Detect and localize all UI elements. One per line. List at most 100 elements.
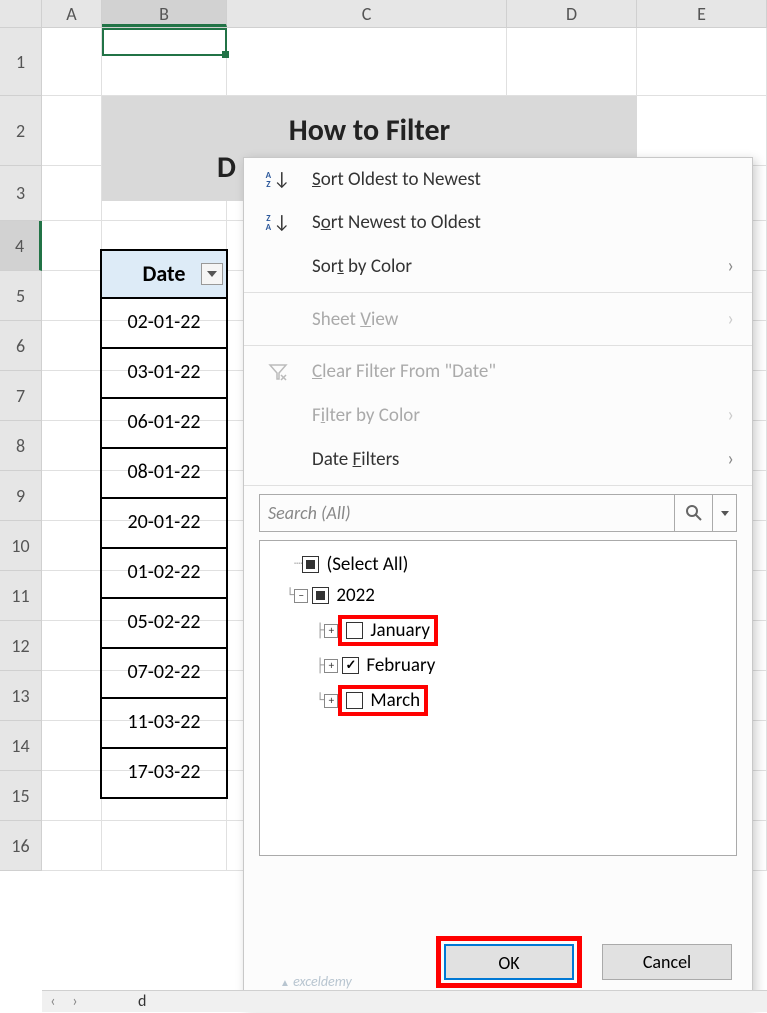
search-icon <box>685 504 703 522</box>
checkbox-indeterminate[interactable] <box>312 587 329 604</box>
filter-dropdown-button[interactable] <box>201 263 223 285</box>
checkbox-indeterminate[interactable] <box>302 556 319 573</box>
search-input[interactable]: Search (All) <box>259 494 675 532</box>
col-header-E[interactable]: E <box>637 0 767 27</box>
expand-icon[interactable]: + <box>324 659 338 673</box>
table-header-label: Date <box>143 260 186 287</box>
col-header-A[interactable]: A <box>42 0 102 27</box>
select-all-corner[interactable] <box>0 0 42 27</box>
col-header-D[interactable]: D <box>507 0 637 27</box>
select-all-label: (Select All) <box>326 553 408 576</box>
chevron-right-icon: › <box>727 307 734 331</box>
tree-connector: └ <box>316 693 324 709</box>
watermark: ▲ exceldemy <box>280 973 352 990</box>
table-row[interactable]: 02-01-22 <box>100 299 228 349</box>
scroll-right-icon[interactable]: › <box>64 991 86 1013</box>
row-header-11[interactable]: 11 <box>0 571 42 621</box>
tree-connector: ├ <box>316 658 324 674</box>
table-header-date[interactable]: Date <box>100 249 228 299</box>
horizontal-scrollbar[interactable]: ‹ › d <box>42 990 767 1012</box>
table-row[interactable]: 20-01-22 <box>100 499 228 549</box>
row-header-2[interactable]: 2 <box>0 96 42 166</box>
col-header-B[interactable]: B <box>102 0 227 27</box>
row-header-8[interactable]: 8 <box>0 421 42 471</box>
table-row[interactable]: 17-03-22 <box>100 749 228 799</box>
scroll-left-icon[interactable]: ‹ <box>42 991 64 1013</box>
chevron-right-icon: › <box>727 447 734 471</box>
row-header-13[interactable]: 13 <box>0 671 42 721</box>
tree-connector: └ <box>286 588 294 604</box>
sheet-view-label: Sheet View <box>312 308 398 331</box>
sort-oldest-label: Sort Oldest to Newest <box>312 168 481 191</box>
tree-select-all[interactable]: ┈ (Select All) <box>264 549 732 580</box>
month-march-label: March <box>370 689 420 712</box>
separator <box>244 345 752 346</box>
sort-za-icon: ZA ↓ <box>262 211 294 234</box>
search-options-dropdown[interactable] <box>713 494 737 532</box>
separator <box>244 485 752 486</box>
tree-month-january[interactable]: ├ + January <box>264 611 732 650</box>
sort-newest-oldest[interactable]: ZA ↓ Sort Newest to Oldest <box>244 201 752 244</box>
row-header-6[interactable]: 6 <box>0 321 42 371</box>
sort-oldest-newest[interactable]: AZ ↓ Sort Oldest to Newest <box>244 158 752 201</box>
checkbox-unchecked[interactable] <box>346 692 363 709</box>
row-headers: 1 2 3 4 5 6 7 8 9 10 11 12 13 14 15 16 <box>0 28 42 871</box>
tree-connector: ┈ <box>294 556 302 573</box>
tree-connector: ├ <box>316 623 324 639</box>
cancel-button[interactable]: Cancel <box>602 944 732 980</box>
filter-dropdown-menu: AZ ↓ Sort Oldest to Newest ZA ↓ Sort New… <box>243 157 753 1007</box>
row-header-5[interactable]: 5 <box>0 271 42 321</box>
table-row[interactable]: 06-01-22 <box>100 399 228 449</box>
row-header-12[interactable]: 12 <box>0 621 42 671</box>
sheet-view: Sheet View › <box>244 297 752 341</box>
clear-filter: Clear Filter From "Date" <box>244 350 752 393</box>
tree-month-february[interactable]: ├ + February <box>264 650 732 681</box>
clear-filter-label: Clear Filter From "Date" <box>312 360 496 383</box>
table-row[interactable]: 03-01-22 <box>100 349 228 399</box>
month-january-label: January <box>370 619 430 642</box>
table-row[interactable]: 01-02-22 <box>100 549 228 599</box>
filter-color-label: Filter by Color <box>312 404 420 427</box>
chevron-right-icon: › <box>727 403 734 427</box>
sort-az-icon: AZ ↓ <box>262 168 294 191</box>
date-filters-label: Date Filters <box>312 448 399 471</box>
table-row[interactable]: 07-02-22 <box>100 649 228 699</box>
row-header-10[interactable]: 10 <box>0 521 42 571</box>
search-row: Search (All) <box>259 494 737 532</box>
expand-icon[interactable]: + <box>324 624 338 638</box>
year-label: 2022 <box>336 584 375 607</box>
tree-month-march[interactable]: └ + March <box>264 681 732 720</box>
row-header-1[interactable]: 1 <box>0 28 42 96</box>
col-header-C[interactable]: C <box>227 0 507 27</box>
expand-icon[interactable]: + <box>324 694 338 708</box>
chevron-down-icon <box>721 511 729 516</box>
title-line1: How to Filter <box>289 112 450 149</box>
search-button[interactable] <box>675 494 713 532</box>
chevron-down-icon <box>207 271 217 277</box>
row-header-3[interactable]: 3 <box>0 166 42 221</box>
month-february-label: February <box>366 654 435 677</box>
date-filters[interactable]: Date Filters › <box>244 437 752 481</box>
table-row[interactable]: 05-02-22 <box>100 599 228 649</box>
row-header-7[interactable]: 7 <box>0 371 42 421</box>
separator <box>244 292 752 293</box>
checkbox-checked[interactable] <box>342 657 359 674</box>
filter-tree: ┈ (Select All) └ − 2022 ├ + January ├ + … <box>259 540 737 856</box>
row-header-16[interactable]: 16 <box>0 821 42 871</box>
table-row[interactable]: 11-03-22 <box>100 699 228 749</box>
tree-year-2022[interactable]: └ − 2022 <box>264 580 732 611</box>
checkbox-unchecked[interactable] <box>346 622 363 639</box>
sort-newest-label: Sort Newest to Oldest <box>312 211 481 234</box>
ok-button[interactable]: OK <box>444 944 574 980</box>
ok-highlight: OK <box>436 936 582 988</box>
sort-by-color[interactable]: Sort by Color › <box>244 244 752 288</box>
row-header-9[interactable]: 9 <box>0 471 42 521</box>
row-header-15[interactable]: 15 <box>0 771 42 821</box>
table-row[interactable]: 08-01-22 <box>100 449 228 499</box>
column-headers: A B C D E <box>0 0 767 28</box>
row-header-14[interactable]: 14 <box>0 721 42 771</box>
date-table: Date 02-01-22 03-01-22 06-01-22 08-01-22… <box>100 249 228 799</box>
sheet-tab[interactable]: d <box>126 992 158 1011</box>
row-header-4[interactable]: 4 <box>0 221 42 271</box>
collapse-icon[interactable]: − <box>294 589 308 603</box>
